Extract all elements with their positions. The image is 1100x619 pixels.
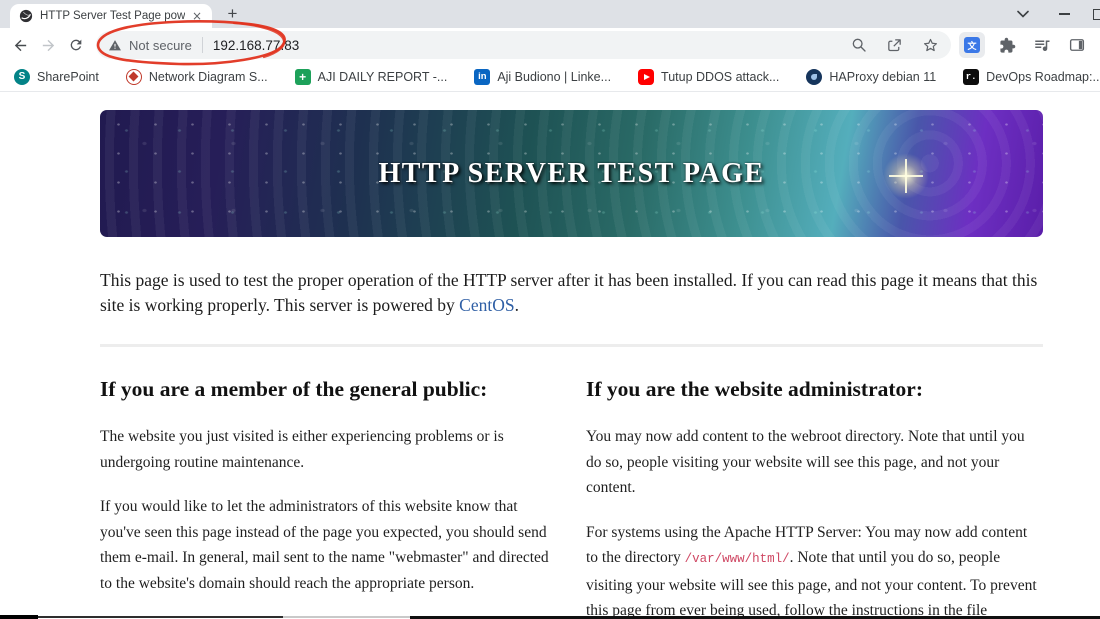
browser-tab[interactable]: HTTP Server Test Page powered × — [10, 4, 212, 28]
browser-toolbar: Not secure 192.168.77.83 文 — [0, 28, 1100, 62]
reload-icon — [70, 39, 82, 51]
roadmap-icon: r. — [963, 68, 980, 85]
youtube-icon — [638, 68, 655, 85]
test-page-banner: HTTP SERVER TEST PAGE — [100, 110, 1043, 237]
inline-text: You may now add content to the webroot d… — [586, 428, 1025, 496]
bookmark-label: Tutup DDOS attack... — [661, 69, 780, 84]
screenshot-bottom-edge — [283, 616, 410, 618]
intro-paragraph: This page is used to test the proper ope… — [100, 268, 1043, 318]
address-bar[interactable]: Not secure 192.168.77.83 — [96, 31, 951, 59]
bookmark-sharepoint[interactable]: S SharePoint — [14, 68, 99, 85]
bookmark-label: AJI DAILY REPORT -... — [317, 69, 448, 84]
sharepoint-icon: S — [14, 68, 30, 85]
tab-title: HTTP Server Test Page powered — [40, 10, 185, 22]
spreadsheet-icon: + — [294, 68, 311, 85]
window-maximize-button[interactable] — [1084, 0, 1100, 28]
toolbar-actions: 文 — [959, 32, 1090, 58]
paragraph: You may now add content to the webroot d… — [586, 424, 1043, 501]
back-button[interactable] — [6, 31, 34, 59]
forward-button[interactable] — [34, 31, 62, 59]
bookmark-devops-roadmap[interactable]: r. DevOps Roadmap:... — [963, 68, 1100, 85]
queue-music-icon — [1035, 40, 1050, 51]
puzzle-extensions-icon — [999, 37, 1015, 53]
bookmark-haproxy[interactable]: HAProxy debian 11 — [806, 68, 937, 85]
page-content: HTTP SERVER TEST PAGE This page is used … — [100, 110, 1043, 619]
network-diagram-icon — [125, 68, 142, 85]
bookmarks-bar: S SharePoint Network Diagram S... + AJI … — [0, 62, 1100, 92]
bookmark-label: HAProxy debian 11 — [829, 69, 937, 84]
search-icon — [852, 38, 866, 52]
inline-code: /var/www/html/ — [684, 552, 790, 566]
haproxy-icon — [806, 68, 823, 85]
bookmark-label: Network Diagram S... — [148, 69, 268, 84]
share-button[interactable] — [886, 37, 903, 54]
share-icon — [888, 38, 901, 51]
administrator-column: If you are the website administrator: Yo… — [586, 377, 1043, 619]
horizontal-divider — [100, 344, 1043, 347]
omnibox-divider — [201, 37, 203, 53]
maximize-icon — [1092, 8, 1100, 20]
inline-text: . — [514, 295, 519, 315]
side-search-button[interactable] — [851, 37, 867, 53]
page-title: HTTP SERVER TEST PAGE — [378, 157, 765, 189]
screenshot-bottom-edge — [38, 616, 283, 618]
bookmark-youtube[interactable]: Tutup DDOS attack... — [638, 68, 780, 85]
bookmark-label: Aji Budiono | Linke... — [497, 69, 612, 84]
window-minimize-button[interactable] — [1050, 0, 1078, 28]
tab-close-icon[interactable]: × — [189, 8, 205, 24]
administrator-heading: If you are the website administrator: — [586, 377, 923, 401]
bookmark-star-button[interactable] — [922, 37, 939, 54]
browser-window: HTTP Server Test Page powered × + Not se… — [0, 0, 1100, 619]
inline-text: This page is used to test the proper ope… — [100, 270, 1038, 315]
reload-button[interactable] — [62, 31, 90, 59]
globe-favicon-icon — [19, 9, 33, 23]
translate-icon: 文 — [964, 37, 980, 53]
side-panel-button[interactable] — [1064, 32, 1090, 58]
url-text[interactable]: 192.168.77.83 — [213, 38, 299, 53]
new-tab-button[interactable]: + — [224, 5, 241, 23]
not-secure-warning-icon — [109, 39, 121, 50]
security-status-label[interactable]: Not secure — [129, 38, 192, 53]
bookmark-label: DevOps Roadmap:... — [986, 69, 1100, 84]
general-public-column: If you are a member of the general publi… — [100, 377, 557, 619]
translate-button[interactable]: 文 — [959, 32, 985, 58]
screenshot-bottom-edge — [0, 615, 38, 619]
paragraph: If you would like to let the administrat… — [100, 498, 549, 592]
tab-search-chevron-icon[interactable] — [1010, 0, 1036, 28]
extensions-button[interactable] — [994, 32, 1020, 58]
minimize-icon — [1058, 13, 1070, 15]
general-public-heading: If you are a member of the general publi… — [100, 377, 488, 401]
forward-arrow-icon — [42, 39, 54, 51]
banner-starburst — [882, 153, 929, 200]
tab-strip: HTTP Server Test Page powered × + — [0, 0, 1100, 28]
back-arrow-icon — [14, 39, 26, 51]
inline-link[interactable]: CentOS — [459, 295, 514, 315]
two-column-section: If you are a member of the general publi… — [100, 377, 1043, 619]
bookmark-linkedin[interactable]: in Aji Budiono | Linke... — [474, 68, 612, 85]
web-page-viewport: HTTP SERVER TEST PAGE This page is used … — [0, 92, 1100, 619]
side-panel-icon — [1069, 39, 1085, 51]
bookmark-network-diagram[interactable]: Network Diagram S... — [125, 68, 268, 85]
paragraph: The website you just visited is either e… — [100, 428, 504, 471]
paragraph: For systems using the Apache HTTP Server… — [586, 520, 1043, 619]
media-queue-button[interactable] — [1029, 32, 1055, 58]
linkedin-icon: in — [474, 68, 491, 85]
star-icon — [923, 38, 938, 51]
bookmark-aji-daily-report[interactable]: + AJI DAILY REPORT -... — [294, 68, 448, 85]
bookmark-label: SharePoint — [37, 69, 99, 84]
